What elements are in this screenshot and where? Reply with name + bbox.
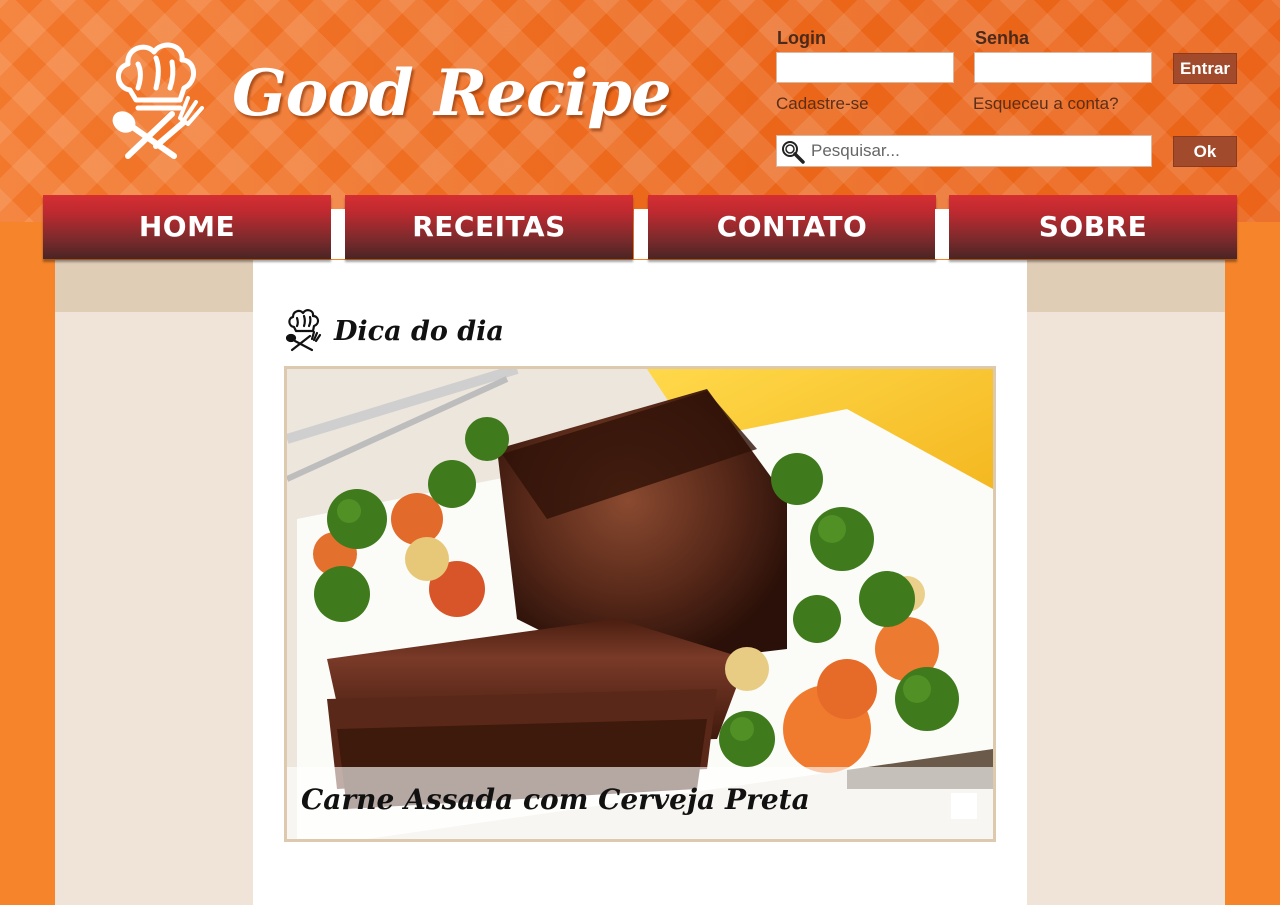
login-form: Login Senha Entrar Cadastre-se Esqueceu … [776,28,1246,178]
nav-divider [935,209,949,259]
search-button[interactable]: Ok [1173,136,1237,167]
nav-divider [331,209,345,259]
main-content: Dica do dia Carne Assada com Cerveja Pre… [253,260,1027,905]
caption-bar: Carne Assada com Cerveja Preta [287,767,993,839]
search-box [776,135,1152,167]
register-link[interactable]: Cadastre-se [776,94,869,114]
main-nav: HOME RECEITAS CONTATO SOBRE [43,195,1237,261]
featured-recipe[interactable]: Carne Assada com Cerveja Preta [284,366,996,842]
nav-divider [634,209,648,259]
login-button[interactable]: Entrar [1173,53,1237,84]
nav-item-receitas[interactable]: RECEITAS [345,195,633,259]
search-input[interactable] [811,136,1147,166]
logo[interactable]: Good Recipe [108,38,672,163]
login-input[interactable] [776,52,954,83]
right-sidebar [1027,260,1225,905]
password-input[interactable] [974,52,1152,83]
section-title: Dica do dia [334,316,504,347]
login-label: Login [777,28,826,48]
recipe-title[interactable]: Carne Assada com Cerveja Preta [301,783,810,816]
nav-item-contato[interactable]: CONTATO [648,195,936,259]
left-sidebar [55,260,253,905]
brand-name: Good Recipe [232,56,672,131]
nav-item-home[interactable]: HOME [43,195,331,259]
magnifier-icon [782,141,805,164]
chef-hat-icon [286,309,322,352]
nav-item-sobre[interactable]: SOBRE [949,195,1237,259]
caption-square[interactable] [951,793,977,819]
forgot-account-link[interactable]: Esqueceu a conta? [973,94,1119,114]
password-label: Senha [975,28,1030,48]
chef-hat-spoon-fork-icon [112,42,204,159]
